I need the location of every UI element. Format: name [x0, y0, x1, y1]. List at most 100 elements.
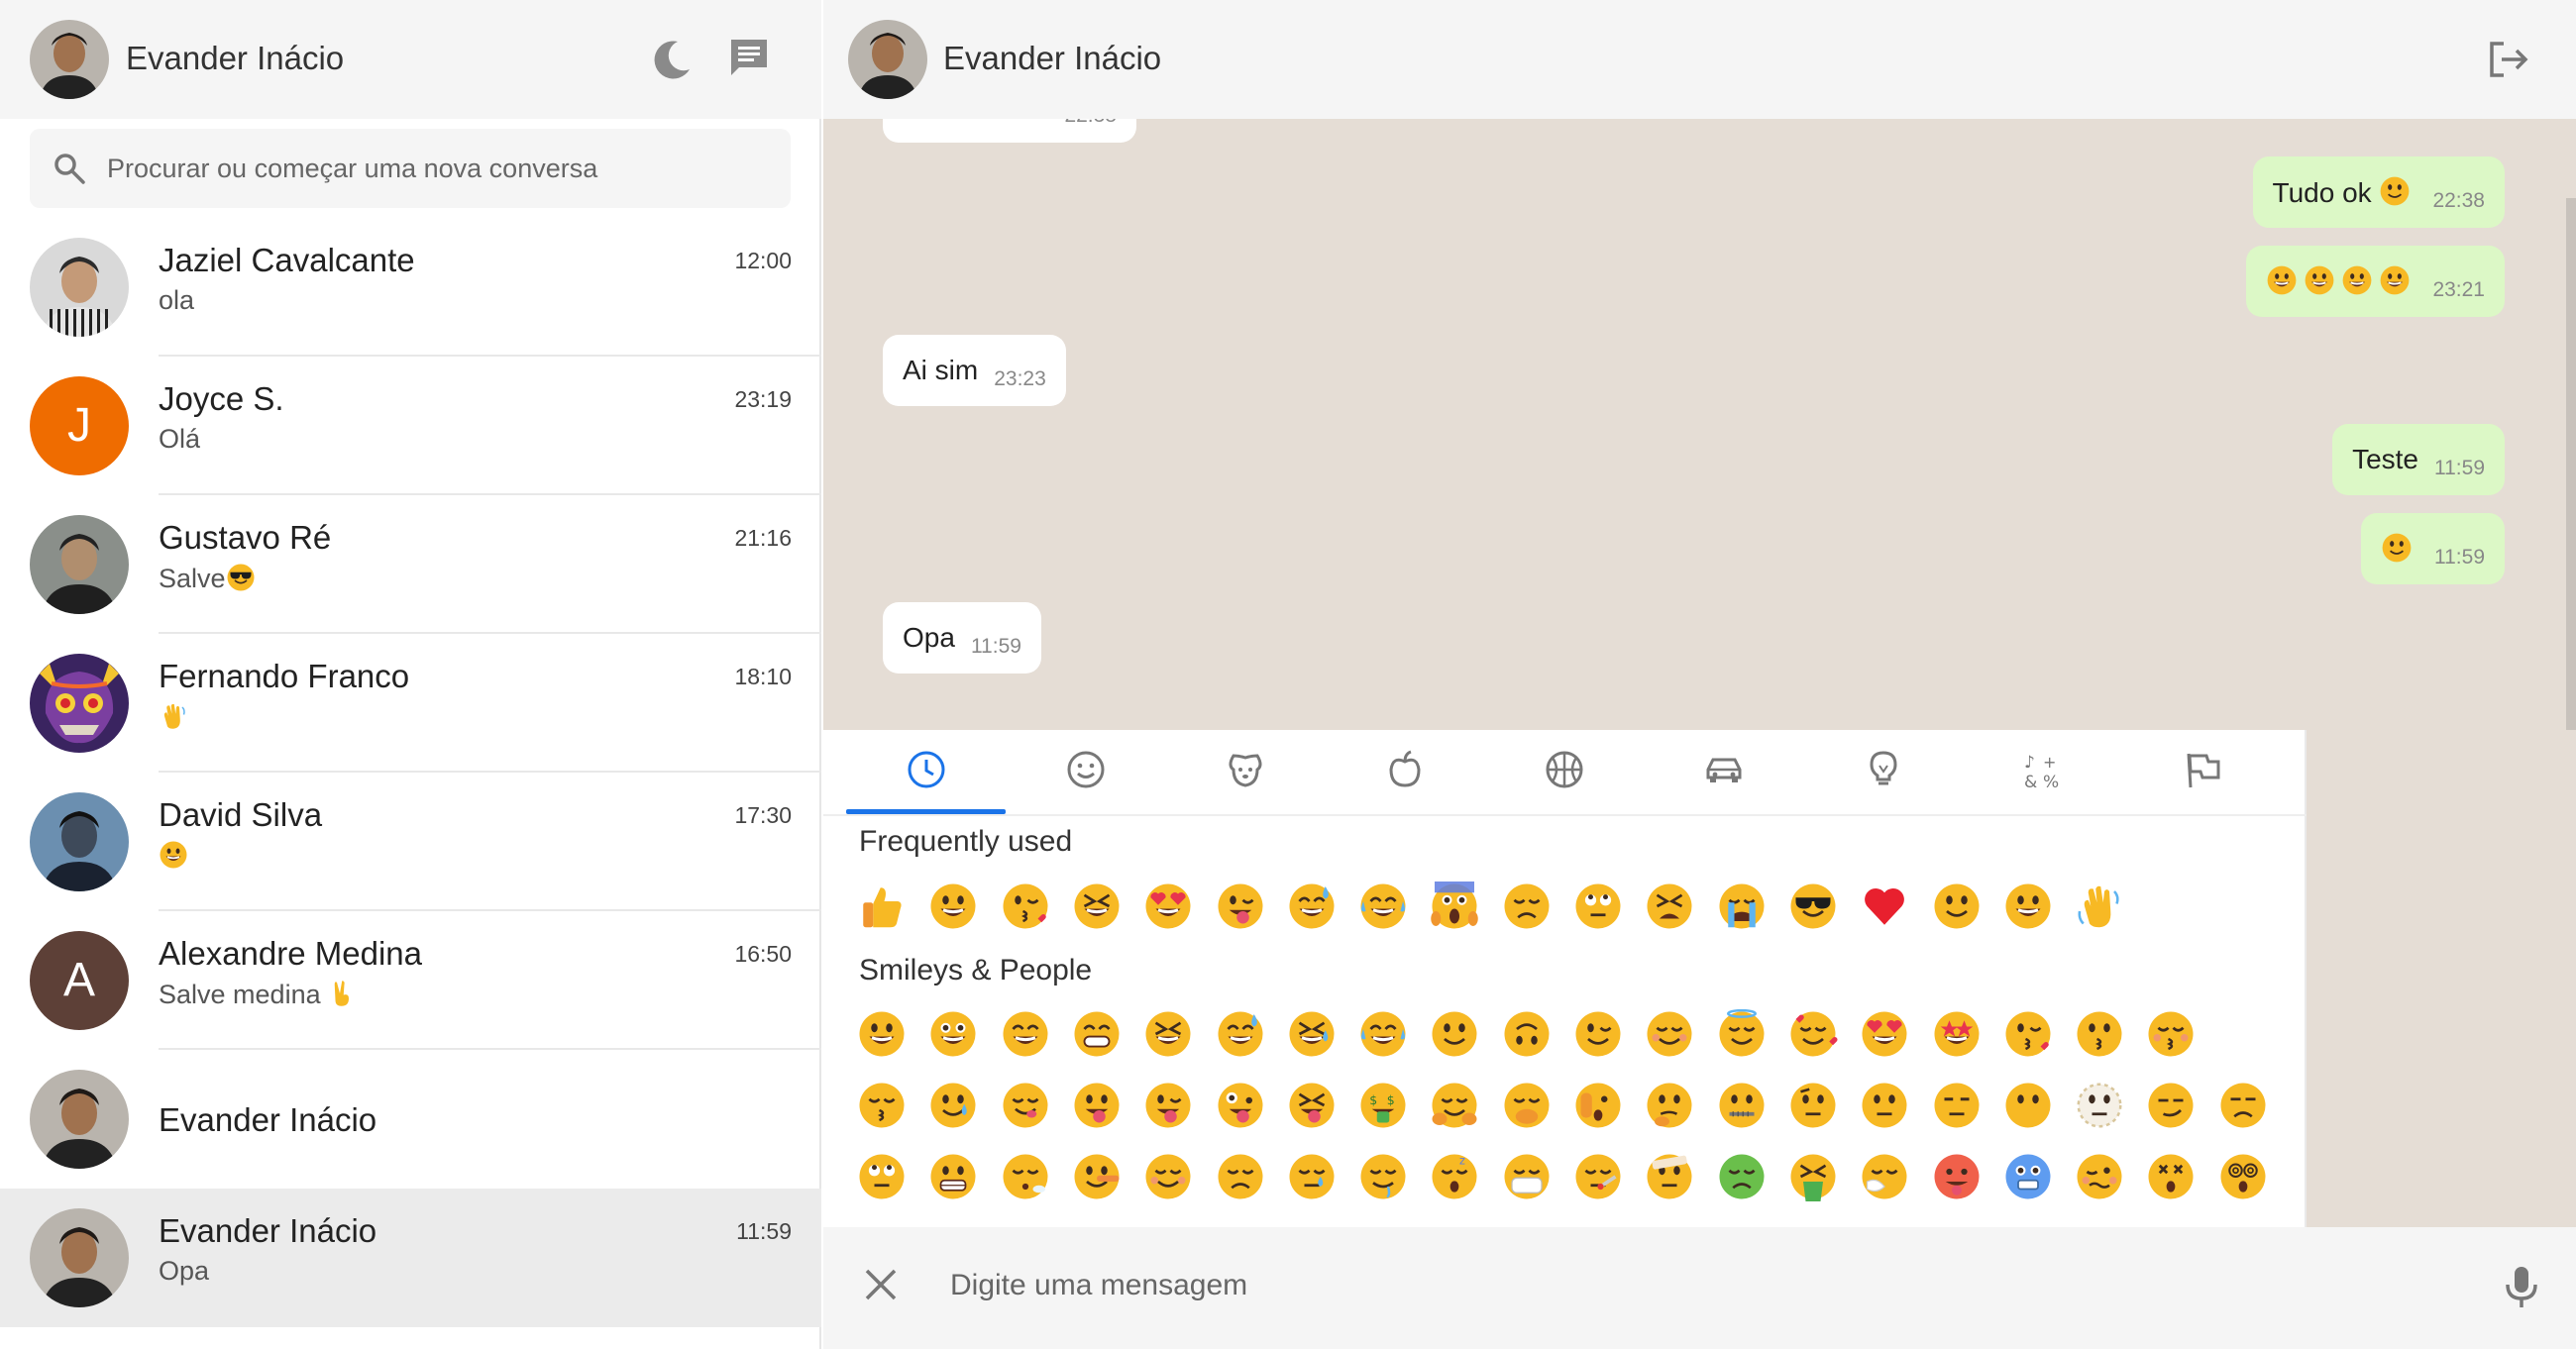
- sent-message[interactable]: 11:59: [2361, 513, 2505, 584]
- sneeze-emoji-icon[interactable]: [1860, 1152, 1909, 1201]
- zany-emoji-icon[interactable]: [1216, 1081, 1265, 1130]
- slight-smile-emoji-icon[interactable]: [1430, 1009, 1479, 1059]
- laughing-emoji-icon[interactable]: [1072, 882, 1122, 931]
- received-message[interactable]: Ai sim 23:23: [883, 335, 1066, 406]
- message-input[interactable]: [930, 1253, 2416, 1318]
- sent-message[interactable]: Tudo ok 22:38: [2252, 156, 2505, 228]
- woozy-emoji-icon[interactable]: [2075, 1152, 2124, 1201]
- pensive-emoji-icon[interactable]: [1216, 1152, 1265, 1201]
- dizzy-emoji-icon[interactable]: [2146, 1152, 2196, 1201]
- grinning-emoji-icon[interactable]: [928, 882, 978, 931]
- kissing-heart-emoji-icon[interactable]: [1001, 882, 1050, 931]
- expressionless-emoji-icon[interactable]: [1932, 1081, 1982, 1130]
- smiley-icon[interactable]: [1064, 748, 1108, 791]
- conversation-item[interactable]: A Alexandre Medina 16:50 Salve medina: [0, 911, 821, 1050]
- message-area[interactable]: 22:38 Tudo ok 22:38 23:21 Ai sim 23:23 Teste…: [823, 119, 2576, 730]
- hand-over-mouth-emoji-icon[interactable]: [1502, 1081, 1552, 1130]
- tongue-emoji-icon[interactable]: [1072, 1081, 1122, 1130]
- star-struck-emoji-icon[interactable]: [1932, 1009, 1982, 1059]
- search-input[interactable]: [107, 129, 781, 208]
- bandage-emoji-icon[interactable]: [1645, 1152, 1694, 1201]
- yum-emoji-icon[interactable]: [1001, 1081, 1050, 1130]
- received-message[interactable]: Opa 11:59: [883, 602, 1041, 674]
- spiral-eyes-emoji-icon[interactable]: [2218, 1152, 2268, 1201]
- heart-eyes-emoji-icon[interactable]: [1860, 1009, 1909, 1059]
- wave-emoji-icon[interactable]: [2075, 882, 2124, 931]
- upside-down-emoji-icon[interactable]: [1502, 1009, 1552, 1059]
- hug-emoji-icon[interactable]: [1430, 1081, 1479, 1130]
- conversation-item[interactable]: Fernando Franco 18:10: [0, 634, 821, 773]
- message-scrollbar[interactable]: [2566, 198, 2576, 730]
- kissing-smiling-emoji-icon[interactable]: [2146, 1009, 2196, 1059]
- joy-emoji-icon[interactable]: [1358, 1009, 1408, 1059]
- kissing-closed-emoji-icon[interactable]: [857, 1081, 907, 1130]
- grinning-emoji-icon[interactable]: [857, 1009, 907, 1059]
- lightbulb-icon[interactable]: [1862, 748, 1905, 791]
- conversation-item[interactable]: David Silva 17:30: [0, 773, 821, 911]
- smile-emoji-icon[interactable]: [1001, 1009, 1050, 1059]
- drool-emoji-icon[interactable]: [1358, 1152, 1408, 1201]
- red-heart-emoji-icon[interactable]: [1860, 882, 1909, 931]
- conversation-item[interactable]: Gustavo Ré 21:16 Salve: [0, 495, 821, 634]
- kissing-heart-emoji-icon[interactable]: [2003, 1009, 2053, 1059]
- joy-emoji-icon[interactable]: [1358, 882, 1408, 931]
- nauseated-emoji-icon[interactable]: [1717, 1152, 1767, 1201]
- new-chat-icon[interactable]: [725, 34, 773, 81]
- close-icon[interactable]: [859, 1263, 903, 1306]
- smiling-hearts-emoji-icon[interactable]: [1788, 1009, 1838, 1059]
- sleeping-emoji-icon[interactable]: z: [1430, 1152, 1479, 1201]
- exhale-emoji-icon[interactable]: [1001, 1152, 1050, 1201]
- logout-icon[interactable]: [2484, 36, 2531, 83]
- sweat-smile-emoji-icon[interactable]: [1287, 882, 1337, 931]
- lying-emoji-icon[interactable]: [1072, 1152, 1122, 1201]
- microphone-icon[interactable]: [2500, 1263, 2543, 1310]
- dotted-face-emoji-icon[interactable]: [2075, 1081, 2124, 1130]
- animal-icon[interactable]: [1224, 748, 1267, 791]
- vomit-emoji-icon[interactable]: [1788, 1152, 1838, 1201]
- thumbs-up-emoji-icon[interactable]: [857, 882, 907, 931]
- laughing-emoji-icon[interactable]: [1143, 1009, 1193, 1059]
- sunglasses-emoji-icon[interactable]: [1788, 882, 1838, 931]
- money-mouth-emoji-icon[interactable]: $ $: [1358, 1081, 1408, 1130]
- grimace-emoji-icon[interactable]: [928, 1152, 978, 1201]
- conversation-item[interactable]: Evander Inácio 11:59 Opa: [0, 1189, 821, 1327]
- unamused-emoji-icon[interactable]: [2218, 1081, 2268, 1130]
- kissing-emoji-icon[interactable]: [2075, 1009, 2124, 1059]
- heart-eyes-emoji-icon[interactable]: [1143, 882, 1193, 931]
- scream-emoji-icon[interactable]: [1430, 882, 1479, 931]
- blush-emoji-icon[interactable]: [1645, 1009, 1694, 1059]
- food-apple-icon[interactable]: [1383, 748, 1427, 791]
- grinning-emoji-icon[interactable]: [2003, 882, 2053, 931]
- smirk-emoji-icon[interactable]: [2146, 1081, 2196, 1130]
- hot-emoji-icon[interactable]: [1932, 1152, 1982, 1201]
- rolling-eyes-emoji-icon[interactable]: [1573, 882, 1623, 931]
- weary-emoji-icon[interactable]: [1645, 882, 1694, 931]
- peeking-emoji-icon[interactable]: [1573, 1081, 1623, 1130]
- cold-emoji-icon[interactable]: [2003, 1152, 2053, 1201]
- zipper-emoji-icon[interactable]: [1717, 1081, 1767, 1130]
- symbols-icon[interactable]: ♪ + &%: [2021, 748, 2065, 792]
- relieved-emoji-icon[interactable]: [1143, 1152, 1193, 1201]
- sports-ball-icon[interactable]: [1543, 748, 1586, 791]
- wink-emoji-icon[interactable]: [1573, 1009, 1623, 1059]
- squint-tongue-emoji-icon[interactable]: [1287, 1081, 1337, 1130]
- moon-icon[interactable]: [648, 36, 696, 83]
- user-avatar[interactable]: [30, 20, 109, 99]
- conversation-item[interactable]: Jaziel Cavalcante 12:00 ola: [0, 218, 821, 357]
- thermometer-emoji-icon[interactable]: [1573, 1152, 1623, 1201]
- rofl-emoji-icon[interactable]: [1287, 1009, 1337, 1059]
- car-icon[interactable]: [1702, 748, 1746, 791]
- raised-brow-emoji-icon[interactable]: [1788, 1081, 1838, 1130]
- tongue-wink-emoji-icon[interactable]: [1143, 1081, 1193, 1130]
- recent-clock-icon[interactable]: [905, 748, 948, 791]
- mask-emoji-icon[interactable]: [1502, 1152, 1552, 1201]
- innocent-emoji-icon[interactable]: [1717, 1009, 1767, 1059]
- grin-emoji-icon[interactable]: [1072, 1009, 1122, 1059]
- sleepy-emoji-icon[interactable]: [1287, 1152, 1337, 1201]
- flags-icon[interactable]: [2181, 748, 2224, 791]
- sob-emoji-icon[interactable]: [1717, 882, 1767, 931]
- smile-tear-emoji-icon[interactable]: [928, 1081, 978, 1130]
- sent-message[interactable]: Teste 11:59: [2332, 424, 2505, 495]
- sent-message[interactable]: 23:21: [2246, 246, 2505, 317]
- sweat-smile-emoji-icon[interactable]: [1216, 1009, 1265, 1059]
